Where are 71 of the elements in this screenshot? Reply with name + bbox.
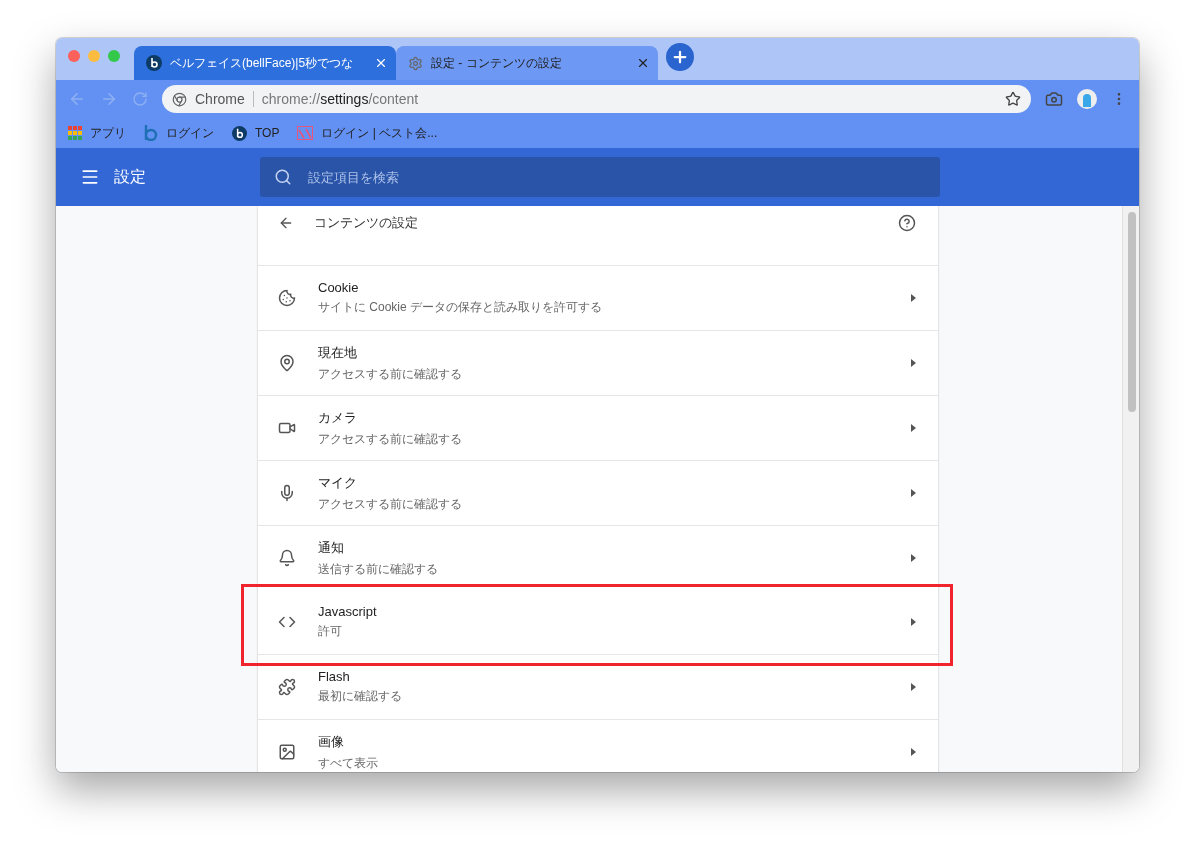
microphone-icon [278,484,296,502]
back-icon[interactable] [278,215,294,231]
browser-logo-icon [172,91,187,107]
scrollbar-thumb[interactable] [1128,212,1136,412]
setting-value: 送信する前に確認する [318,560,439,578]
search-input[interactable]: 設定項目を検索 [306,168,926,186]
letter-b-icon [144,125,158,141]
settings-row[interactable]: Flash 最初に確認する [258,654,938,719]
setting-value: 最初に確認する [318,688,403,705]
setting-title: 通知 [318,538,345,557]
location-pin-icon [278,354,296,372]
close-window-button[interactable] [68,50,80,62]
section-title: コンテンツの設定 [314,214,419,232]
menu-icon[interactable] [80,167,100,187]
settings-row[interactable]: 現在地 アクセスする前に確認する [258,330,938,395]
cookie-icon [278,289,296,307]
letter-b-circle-icon [146,55,162,71]
setting-title: カメラ [318,408,358,427]
setting-title: Cookie [318,280,360,295]
chevron-right-icon [911,489,916,497]
search-icon [274,168,292,186]
close-icon[interactable] [374,56,388,70]
bell-icon [278,549,296,567]
setting-value: すべて表示 [318,754,379,772]
chevron-right-icon [911,554,916,562]
bookmark-link[interactable]: TOP [232,125,280,141]
chevron-right-icon [911,683,916,691]
bookmark-link[interactable]: アプリ [68,124,126,142]
bookmark-link[interactable]: ログイン [144,124,214,142]
new-tab-button[interactable] [666,43,694,71]
setting-title: マイク [318,473,358,492]
setting-title: Javascript [318,604,378,619]
setting-value: アクセスする前に確認する [318,495,463,513]
settings-row[interactable]: マイク アクセスする前に確認する [258,460,938,525]
browser-tab[interactable]: ベルフェイス(bellFace)|5秒でつな [134,46,396,80]
settings-row[interactable]: 通知 送信する前に確認する [258,525,938,590]
settings-row[interactable]: カメラ アクセスする前に確認する [258,395,938,460]
chevron-right-icon [911,748,916,756]
gear-icon [408,55,423,71]
star-icon[interactable] [1005,91,1021,107]
grid-icon [68,126,82,140]
puzzle-piece-icon [278,678,296,696]
plus-icon [671,48,689,66]
origin-label: Chrome [195,91,245,107]
settings-row[interactable]: Javascript 許可 [258,590,938,654]
setting-title: 現在地 [318,343,358,362]
chevron-right-icon [911,359,916,367]
setting-value: サイトに Cookie データの保存と読み取りを許可する [318,299,604,316]
help-icon[interactable] [898,214,916,232]
setting-value: アクセスする前に確認する [318,430,463,448]
setting-title: Flash [318,669,351,684]
logo-icon [297,126,314,140]
address-bar[interactable]: Chrome chrome://settings/content [162,85,1031,113]
close-icon[interactable] [636,56,650,70]
search-field[interactable]: 設定項目を検索 [260,157,940,197]
letter-b-circle-icon [232,125,247,141]
setting-title: 画像 [318,732,345,751]
chevron-right-icon [911,294,916,302]
browser-tab[interactable]: 設定 - コンテンツの設定 [396,46,658,80]
avatar-icon[interactable] [1077,89,1097,109]
image-icon [278,743,296,761]
settings-row[interactable]: 画像 すべて表示 [258,719,938,772]
chevron-right-icon [911,618,916,626]
setting-value: 許可 [318,623,343,640]
camera-icon[interactable] [1045,90,1063,108]
page-title: 設定 [114,166,147,187]
settings-row[interactable]: Cookie サイトに Cookie データの保存と読み取りを許可する [258,265,938,330]
chevron-right-icon [911,424,916,432]
url-text: chrome://settings/content [261,91,420,107]
setting-value: アクセスする前に確認する [318,365,463,383]
bookmark-link[interactable]: ログイン | ベスト会... [297,124,438,142]
